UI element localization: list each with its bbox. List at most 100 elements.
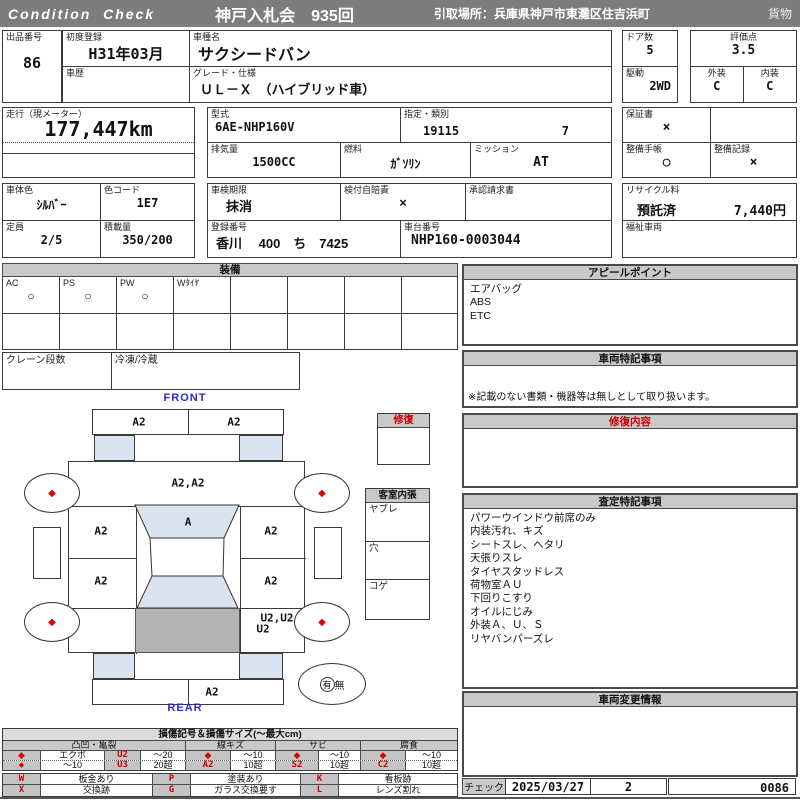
equipment-title-bar: 装備 bbox=[2, 263, 458, 277]
legend-text: 10超 bbox=[231, 761, 276, 770]
recycle-fee-label: リサイクル料 bbox=[626, 185, 680, 195]
equipment-cell-empty bbox=[174, 314, 231, 349]
spare-yes-circled: 有 bbox=[319, 676, 335, 692]
inspection-label: 車検期限 bbox=[211, 185, 248, 195]
legend-text: エクボ bbox=[41, 751, 105, 760]
class-number2-value: 7 bbox=[561, 124, 569, 138]
first-registration-value: H31年03月 bbox=[88, 44, 164, 63]
equipment-label: PW bbox=[120, 278, 135, 288]
category-label: 貨物 bbox=[767, 7, 792, 21]
equipment-cell-ac: AC ○ bbox=[3, 277, 60, 313]
fender-left-mark: A2 bbox=[94, 524, 108, 538]
vehicle-history-box: 車歴 bbox=[62, 66, 190, 103]
legend-symbol: U3 bbox=[105, 761, 141, 770]
text-line: 天張りスレ bbox=[470, 552, 523, 565]
wheel-rear-left: ◆ bbox=[24, 602, 80, 642]
body-color-value: ｼﾙﾊﾞｰ bbox=[36, 197, 67, 212]
drive-box: 駆動 2WD bbox=[622, 66, 678, 103]
front-corner-right bbox=[239, 435, 283, 461]
car-damage-diagram: FRONT A2 A2 ◆ ◆ ◆ ◆ A2,A2 A2 A A2 A2 A2 … bbox=[2, 392, 366, 728]
legend-group-dent: 凸凹・亀裂 bbox=[3, 741, 186, 750]
check-date-cell: 2025/03/27 bbox=[505, 778, 591, 795]
side-mirror-right bbox=[314, 527, 342, 579]
class-number-value: 19115 bbox=[423, 124, 460, 138]
assessment-notes-title: 査定特記事項 bbox=[464, 495, 796, 509]
front-corner-left bbox=[94, 435, 135, 461]
page-number-cell: 0086 bbox=[668, 778, 796, 795]
legend-symbol: ◆ bbox=[186, 751, 231, 760]
legend-text: 看板跡 bbox=[384, 773, 412, 784]
legend-text: レンズ割れ bbox=[375, 785, 421, 795]
lot-number-label: 出品番号 bbox=[6, 32, 43, 42]
score-box: 評価点 3.5 外装 C 内装 C bbox=[690, 30, 797, 103]
equipment-cell-pw: PW ○ bbox=[117, 277, 174, 313]
vehicle-history-label: 車歴 bbox=[66, 68, 85, 78]
equipment-mark: ○ bbox=[141, 288, 149, 303]
equipment-cell-empty bbox=[117, 314, 174, 349]
displacement-label: 排気量 bbox=[211, 144, 239, 154]
approval-label: 承認請求書 bbox=[469, 185, 515, 195]
model-code-label: 型式 bbox=[211, 109, 230, 119]
legend-text: 板金あり bbox=[41, 774, 153, 784]
repair-detail-panel: 修復内容 bbox=[462, 413, 798, 488]
drive-value: 2WD bbox=[649, 78, 671, 93]
legend-text: 交換跡 bbox=[41, 785, 153, 796]
transmission-label: ミッション bbox=[474, 144, 520, 154]
cargo-bed bbox=[135, 608, 240, 653]
load-label: 積載量 bbox=[104, 222, 132, 232]
recycle-status-value: 預託済 bbox=[637, 203, 677, 218]
load-value: 350/200 bbox=[122, 232, 173, 247]
change-info-title: 車両変更情報 bbox=[464, 693, 796, 707]
model-code-value: 6AE-NHP160V bbox=[215, 119, 295, 134]
text-line: 荷物室ＡＵ bbox=[470, 579, 523, 592]
page-bottom-rule bbox=[0, 797, 800, 799]
insurance-label: 検付自賠責 bbox=[344, 185, 390, 195]
text-line: ETC bbox=[470, 309, 491, 322]
legend-symbol: U2 bbox=[105, 751, 141, 760]
text-line: パワーウインドウ前席のみ bbox=[470, 512, 596, 524]
appeal-points-content: エアバッグ ABS ETC bbox=[464, 280, 796, 326]
equipment-label: Wﾀｲﾔ bbox=[177, 278, 199, 288]
pickup-location: 引取場所：兵庫県神戸市東灘区住吉浜町 bbox=[433, 7, 650, 21]
text-line: ABS bbox=[470, 296, 492, 309]
cabin-lining-box: 客室内張 ヤブレ 穴 コゲ bbox=[365, 488, 430, 620]
appeal-points-panel: アピールポイント エアバッグ ABS ETC bbox=[462, 264, 798, 346]
vehicle-notes-disclaimer: ※記載のない書類・機器等は無しとして取り扱います。 bbox=[468, 391, 716, 403]
model-name-box: 車種名 サクシードバン bbox=[189, 30, 612, 67]
exterior-value: C bbox=[713, 78, 721, 93]
recycle-group: リサイクル料 預託済 7,440円 福祉車両 bbox=[622, 183, 797, 258]
service-book-value: ○ bbox=[662, 154, 671, 170]
windshield-mark: A bbox=[184, 515, 192, 529]
legend-symbol: W bbox=[3, 774, 41, 784]
legend-text: 20超 bbox=[141, 761, 186, 770]
legend-symbol: C2 bbox=[361, 761, 406, 770]
wheel-rear-right: ◆ bbox=[294, 602, 350, 642]
header-bar: Condition Check 神戸入札会 935回 引取場所：兵庫県神戸市東灘… bbox=[0, 0, 800, 27]
registration-number-value: 香川 400 ち 7425 bbox=[216, 235, 349, 251]
legend-symbol: G bbox=[153, 785, 191, 796]
cabin-lining-title: 客室内張 bbox=[366, 489, 429, 503]
spare-no: 無 bbox=[334, 680, 345, 692]
drive-label: 駆動 bbox=[626, 68, 645, 78]
legend-text: 塗装あり bbox=[191, 774, 301, 784]
lining-row-hole: 穴 bbox=[369, 543, 379, 554]
rear-corner-right bbox=[239, 653, 283, 679]
check-label: チェック bbox=[464, 783, 504, 794]
inspection-value: 抹消 bbox=[226, 198, 253, 214]
grade-value: ＵＬ－Ｘ （ハイブリッド車） bbox=[200, 81, 376, 97]
legend-symbol: X bbox=[3, 785, 41, 796]
equipment-cell-empty bbox=[231, 314, 288, 349]
model-code-group: 型式 6AE-NHP160V 指定・類別 19115 7 排気量 1500CC … bbox=[207, 107, 612, 178]
equipment-mark: ○ bbox=[27, 288, 35, 303]
legend-text: ガラス交換要す bbox=[191, 785, 301, 796]
front-label: FRONT bbox=[163, 392, 207, 404]
fender-right-mark: A2 bbox=[264, 524, 278, 538]
damage-diamond-icon: ◆ bbox=[48, 487, 56, 499]
transmission-value: AT bbox=[533, 154, 549, 170]
equipment-cell-ps: PS ○ bbox=[60, 277, 117, 313]
fuel-label: 燃料 bbox=[344, 144, 363, 154]
legend-symbol: K bbox=[301, 774, 339, 784]
doors-box: ドア数 5 bbox=[622, 30, 678, 67]
auction-title: 神戸入札会 935回 bbox=[215, 7, 354, 25]
fridge-box: 冷凍/冷蔵 bbox=[111, 352, 300, 390]
